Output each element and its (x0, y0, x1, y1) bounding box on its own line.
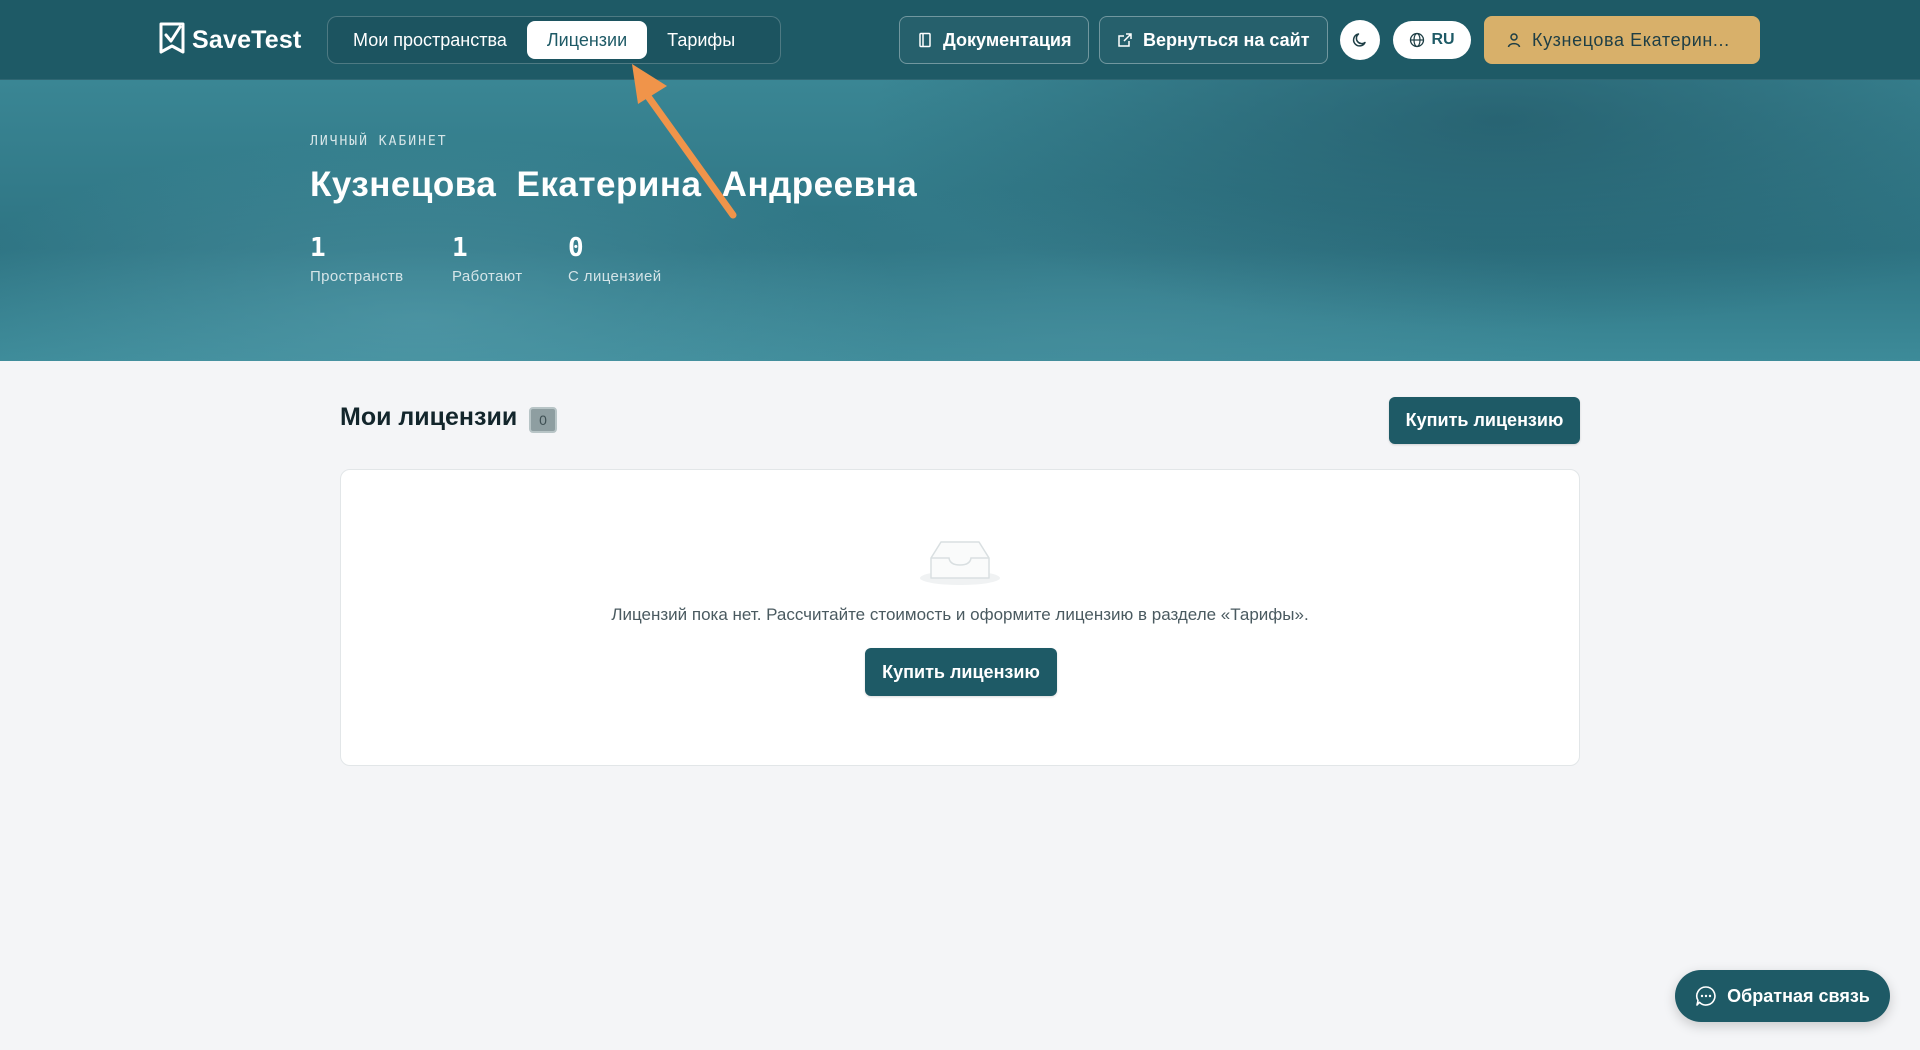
language-label: RU (1431, 31, 1455, 48)
stat-value: 1 (310, 233, 326, 263)
stat-value: 0 (568, 233, 584, 263)
stat-licensed: 0 С лицензией (568, 234, 662, 285)
stat-label: Работают (452, 268, 523, 285)
book-icon (919, 32, 931, 48)
user-icon (1507, 33, 1521, 48)
theme-toggle-button[interactable] (1340, 20, 1380, 60)
stat-spaces: 1 Пространств (310, 234, 404, 285)
tab-pricing[interactable]: Тарифы (647, 21, 755, 59)
user-name-label: Кузнецова Екатерин... (1532, 29, 1730, 50)
empty-inbox-icon (920, 541, 1000, 585)
profile-hero: ЛИЧНЫЙ КАБИНЕТ Кузнецова Екатерина Андре… (0, 80, 1920, 361)
globe-icon (1410, 32, 1425, 48)
external-link-icon (1118, 33, 1132, 47)
hero-eyebrow: ЛИЧНЫЙ КАБИНЕТ (310, 134, 448, 149)
documentation-button[interactable]: Документация (899, 16, 1090, 64)
stat-label: С лицензией (568, 268, 662, 285)
licenses-title: Мои лицензии (340, 403, 518, 431)
documentation-label: Документация (943, 29, 1072, 50)
licenses-count-badge: 0 (529, 407, 557, 433)
language-button[interactable]: RU (1393, 21, 1471, 59)
tab-my-spaces[interactable]: Мои пространства (333, 21, 527, 59)
user-menu-button[interactable]: Кузнецова Екатерин... (1484, 16, 1760, 64)
logo[interactable]: SaveTest (158, 20, 302, 60)
chat-bubble-icon (1696, 986, 1716, 1006)
stat-label: Пространств (310, 268, 404, 285)
empty-buy-license-button[interactable]: Купить лицензию (865, 648, 1057, 696)
back-to-site-label: Вернуться на сайт (1143, 29, 1310, 50)
stat-running: 1 Работают (452, 234, 523, 285)
back-to-site-button[interactable]: Вернуться на сайт (1099, 16, 1328, 64)
stat-value: 1 (452, 233, 468, 263)
logo-text: SaveTest (192, 25, 302, 54)
feedback-button[interactable]: Обратная связь (1675, 970, 1890, 1022)
tab-licenses[interactable]: Лицензии (526, 21, 648, 59)
empty-state-card: Лицензий пока нет. Рассчитайте стоимость… (340, 469, 1580, 766)
main-nav: Мои пространства Лицензии Тарифы (327, 16, 781, 64)
empty-state-text: Лицензий пока нет. Рассчитайте стоимость… (611, 605, 1309, 624)
top-bar: SaveTest Мои пространства Лицензии Тариф… (0, 0, 1920, 80)
logo-icon (159, 22, 185, 54)
moon-icon (1352, 33, 1366, 47)
feedback-label: Обратная связь (1727, 985, 1870, 1006)
buy-license-button[interactable]: Купить лицензию (1389, 397, 1580, 444)
user-full-name: Кузнецова Екатерина Андреевна (310, 165, 918, 204)
